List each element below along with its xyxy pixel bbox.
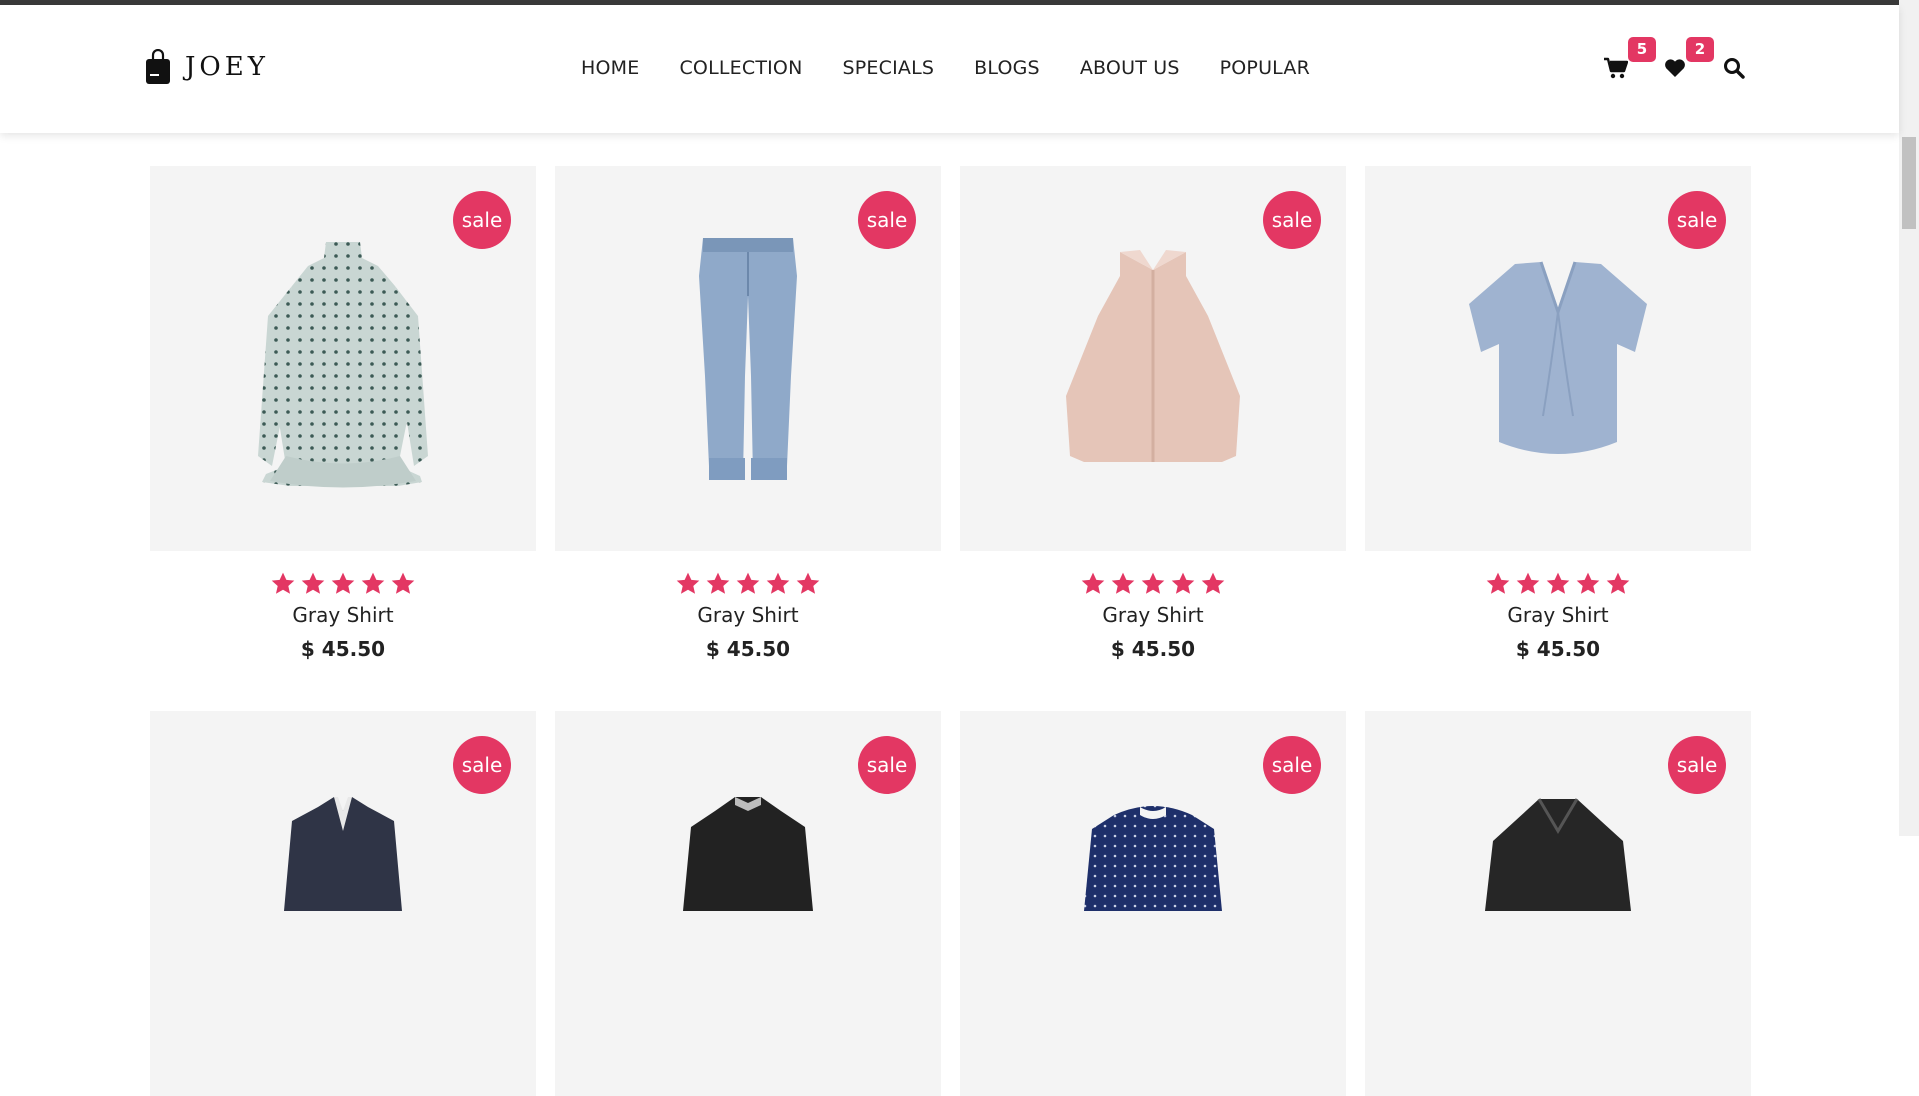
product-image-frame[interactable]: sale xyxy=(150,711,536,1096)
star-icon xyxy=(1111,572,1135,594)
product-card[interactable]: sale Gray Shirt $ 45.50 xyxy=(555,166,941,661)
sale-badge[interactable]: sale xyxy=(453,736,511,794)
star-icon xyxy=(676,572,700,594)
product-image-frame[interactable]: sale xyxy=(150,166,536,551)
star-icon xyxy=(301,572,325,594)
product-image-frame[interactable]: sale xyxy=(555,711,941,1096)
product-name[interactable]: Gray Shirt xyxy=(1365,603,1751,627)
scrollbar-thumb[interactable] xyxy=(1902,137,1916,229)
cart-button[interactable]: 5 xyxy=(1604,37,1656,79)
star-icon xyxy=(271,572,295,594)
nav-specials[interactable]: SPECIALS xyxy=(843,57,935,79)
product-name[interactable]: Gray Shirt xyxy=(960,603,1346,627)
star-rating xyxy=(1365,571,1751,597)
product-price: $ 45.50 xyxy=(1110,637,1196,661)
product-price: $ 45.50 xyxy=(705,637,791,661)
product-card[interactable]: sale Gray Shirt $ 45.50 xyxy=(1365,166,1751,661)
product-image-frame[interactable]: sale xyxy=(960,711,1346,1096)
product-price: $ 45.50 xyxy=(300,637,386,661)
nav-collection[interactable]: COLLECTION xyxy=(679,57,802,79)
wishlist-count-badge: 2 xyxy=(1686,37,1714,62)
product-card[interactable]: sale Gray Shirt $ 45.50 xyxy=(960,166,1346,661)
product-image-frame[interactable]: sale xyxy=(555,166,941,551)
product-name[interactable]: Gray Shirt xyxy=(555,603,941,627)
product-card[interactable]: sale xyxy=(150,711,536,1096)
star-icon xyxy=(1546,572,1570,594)
sale-badge[interactable]: sale xyxy=(1263,736,1321,794)
sale-badge[interactable]: sale xyxy=(1668,736,1726,794)
star-icon xyxy=(1201,572,1225,594)
brand-logo[interactable]: JOEY xyxy=(145,49,269,85)
product-card[interactable]: sale xyxy=(960,711,1346,1096)
star-icon xyxy=(796,572,820,594)
star-icon xyxy=(1081,572,1105,594)
nav-home[interactable]: HOME xyxy=(581,57,639,79)
star-icon xyxy=(1486,572,1510,594)
star-icon xyxy=(1606,572,1630,594)
product-card[interactable]: sale xyxy=(555,711,941,1096)
sale-badge[interactable]: sale xyxy=(453,191,511,249)
nav-about-us[interactable]: ABOUT US xyxy=(1080,57,1180,79)
shopping-bag-icon xyxy=(146,49,170,84)
nav-popular[interactable]: POPULAR xyxy=(1220,57,1310,79)
product-image-frame[interactable]: sale xyxy=(1365,711,1751,1096)
product-card[interactable]: sale xyxy=(1365,711,1751,1096)
search-icon xyxy=(1724,58,1745,79)
star-icon xyxy=(331,572,355,594)
star-icon xyxy=(736,572,760,594)
star-icon xyxy=(1516,572,1540,594)
star-icon xyxy=(361,572,385,594)
product-name[interactable]: Gray Shirt xyxy=(150,603,536,627)
star-rating xyxy=(150,571,536,597)
sale-badge[interactable]: sale xyxy=(1263,191,1321,249)
brand-name: JOEY xyxy=(185,52,269,82)
star-icon xyxy=(1141,572,1165,594)
cart-icon xyxy=(1604,57,1628,79)
main-nav: HOME COLLECTION SPECIALS BLOGS ABOUT US … xyxy=(581,57,1350,79)
cart-count-badge: 5 xyxy=(1628,37,1656,62)
page-scrollbar[interactable] xyxy=(1899,0,1919,836)
search-button[interactable] xyxy=(1723,57,1745,79)
star-rating xyxy=(960,571,1346,597)
product-image-frame[interactable]: sale xyxy=(1365,166,1751,551)
nav-blogs[interactable]: BLOGS xyxy=(974,57,1040,79)
product-price: $ 45.50 xyxy=(1515,637,1601,661)
sale-badge[interactable]: sale xyxy=(1668,191,1726,249)
heart-icon xyxy=(1665,59,1685,77)
star-icon xyxy=(391,572,415,594)
wishlist-button[interactable]: 2 xyxy=(1664,37,1714,78)
star-icon xyxy=(706,572,730,594)
star-icon xyxy=(1171,572,1195,594)
star-icon xyxy=(1576,572,1600,594)
sale-badge[interactable]: sale xyxy=(858,191,916,249)
star-icon xyxy=(766,572,790,594)
site-header: JOEY HOME COLLECTION SPECIALS BLOGS ABOU… xyxy=(0,5,1899,133)
star-rating xyxy=(555,571,941,597)
product-card[interactable]: sale Gray Shirt $ 45.50 xyxy=(150,166,536,661)
sale-badge[interactable]: sale xyxy=(858,736,916,794)
product-image-frame[interactable]: sale xyxy=(960,166,1346,551)
